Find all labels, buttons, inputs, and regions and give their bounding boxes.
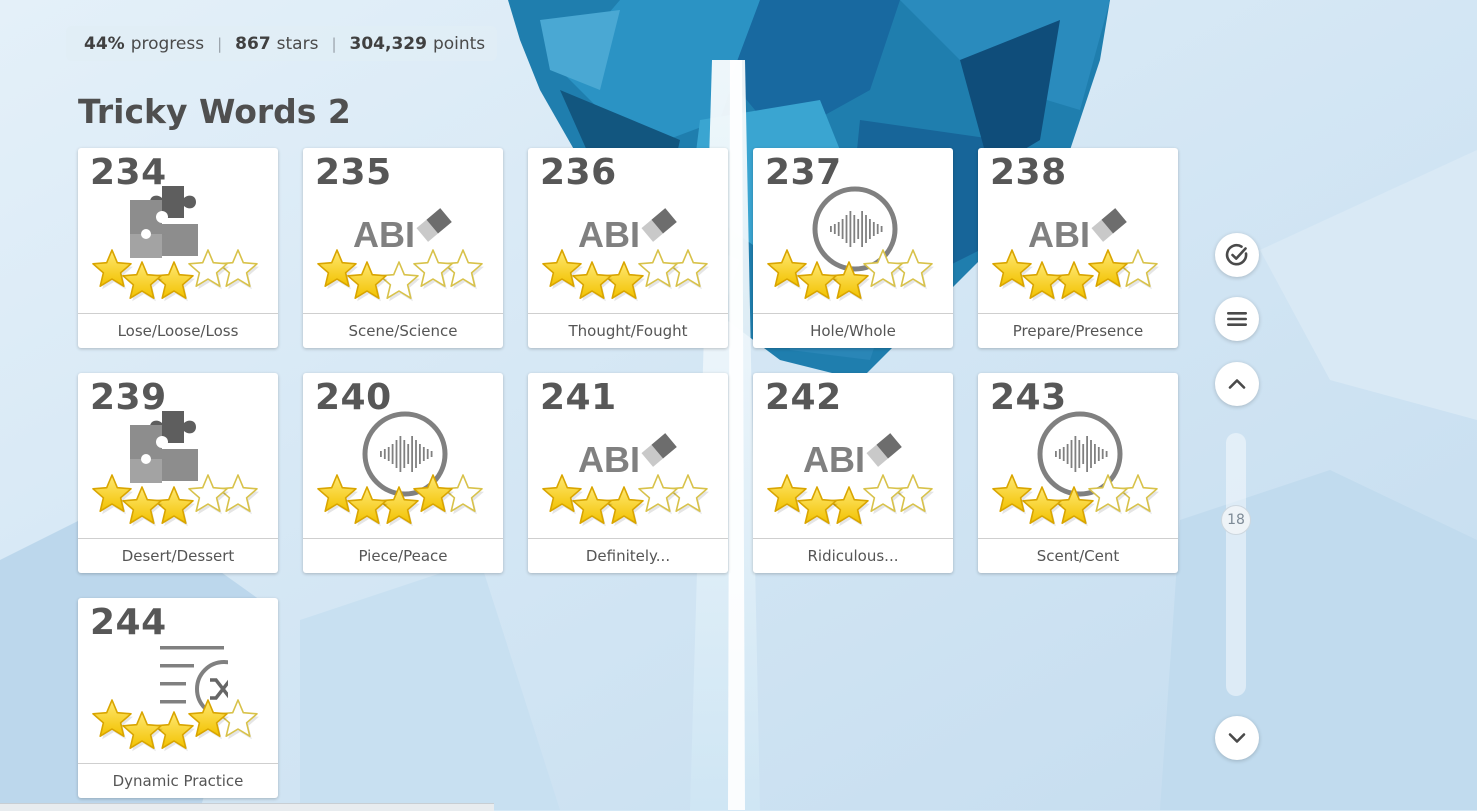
lesson-label: Piece/Peace xyxy=(303,538,503,573)
scroll-down-button[interactable] xyxy=(1215,716,1259,760)
menu-icon xyxy=(1227,312,1247,326)
star-rating xyxy=(88,698,268,758)
chevron-up-icon xyxy=(1228,379,1246,389)
lesson-tile[interactable]: 239 Desert/Dessert xyxy=(78,373,278,573)
lesson-label: Thought/Fought xyxy=(528,313,728,348)
chevron-down-icon xyxy=(1228,733,1246,743)
lesson-label: Scent/Cent xyxy=(978,538,1178,573)
lesson-tile[interactable]: 241 ABI Definitely... xyxy=(528,373,728,573)
lesson-label: Hole/Whole xyxy=(753,313,953,348)
points-label: points xyxy=(432,33,486,54)
lesson-label: Desert/Dessert xyxy=(78,538,278,573)
star-rating xyxy=(538,248,718,308)
lesson-tile[interactable]: 244 Dynamic Practice xyxy=(78,598,278,798)
lesson-tile[interactable]: 236 ABI Thought/Fought xyxy=(528,148,728,348)
star-rating xyxy=(538,473,718,533)
lesson-label: Lose/Loose/Loss xyxy=(78,313,278,348)
star-rating xyxy=(313,473,493,533)
star-rating xyxy=(88,248,268,308)
stars-value: 867 xyxy=(235,33,271,54)
level-scroll-thumb[interactable]: 18 xyxy=(1221,505,1251,535)
points-value: 304,329 xyxy=(349,33,427,54)
lesson-tile[interactable]: 234 Lose/Loose/Loss xyxy=(78,148,278,348)
lesson-tile[interactable]: 243 Scent/Cent xyxy=(978,373,1178,573)
star-rating xyxy=(988,473,1168,533)
divider: | xyxy=(217,34,223,53)
divider: | xyxy=(331,34,337,53)
lesson-tile[interactable]: 240 Piece/Peace xyxy=(303,373,503,573)
progress-label: progress xyxy=(130,33,205,54)
star-rating xyxy=(88,473,268,533)
menu-button[interactable] xyxy=(1215,297,1259,341)
star-rating xyxy=(313,248,493,308)
level-scroll-track[interactable] xyxy=(1226,433,1246,696)
star-rating xyxy=(988,248,1168,308)
completed-filter-button[interactable] xyxy=(1215,233,1259,277)
lesson-tile[interactable]: 235 ABI Scene/Science xyxy=(303,148,503,348)
stars-label: stars xyxy=(276,33,319,54)
lesson-label: Definitely... xyxy=(528,538,728,573)
lesson-label: Prepare/Presence xyxy=(978,313,1178,348)
star-rating xyxy=(763,248,943,308)
lesson-tile[interactable]: 242 ABI Ridiculous... xyxy=(753,373,953,573)
lesson-tile[interactable]: 237 Hole/Whole xyxy=(753,148,953,348)
star-rating xyxy=(763,473,943,533)
lesson-tile[interactable]: 238 ABI Prepare/Presence xyxy=(978,148,1178,348)
lesson-label: Ridiculous... xyxy=(753,538,953,573)
check-circle-icon xyxy=(1225,243,1248,266)
lesson-label: Dynamic Practice xyxy=(78,763,278,798)
progress-stats-bar: 44% progress | 867 stars | 304,329 point… xyxy=(66,26,498,61)
progress-value: 44% xyxy=(84,33,125,54)
section-title: Tricky Words 2 xyxy=(78,92,351,131)
scroll-up-button[interactable] xyxy=(1215,362,1259,406)
lesson-label: Scene/Science xyxy=(303,313,503,348)
